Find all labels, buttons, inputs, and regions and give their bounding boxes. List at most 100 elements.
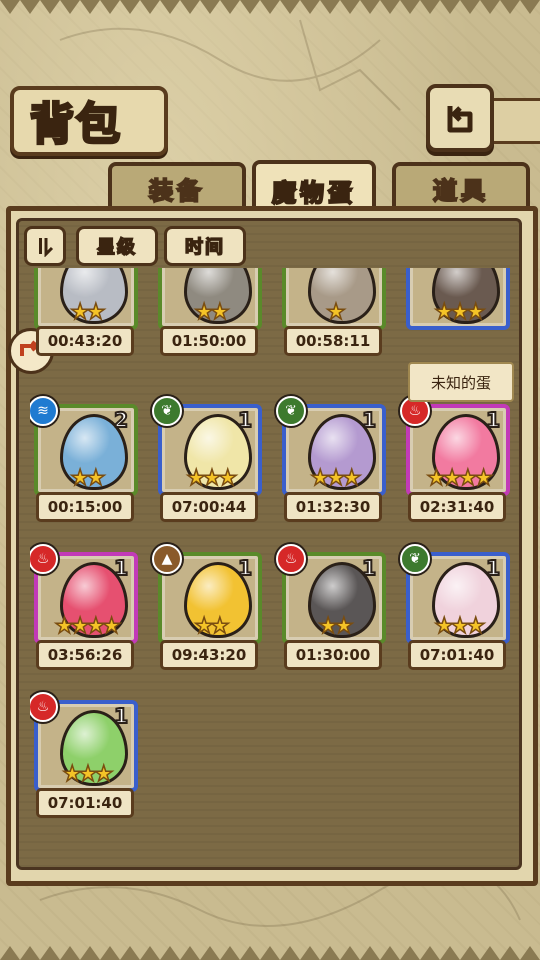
egg-card[interactable]: 1 ★★★ ❦ 07:00:44 [152,396,262,536]
egg-stars: ★★★ [410,613,506,640]
egg-count: 1 [485,407,501,433]
star-icon: ★ [325,299,346,326]
fire-element-icon: ♨ [276,544,306,574]
tab-equipment-label: 装备 [148,176,205,206]
egg-frame: 1★ [282,268,386,330]
star-icon: ★ [465,613,486,640]
egg-stars: ★★ [38,465,134,492]
hatch-timer: 03:56:26 [36,640,134,670]
star-icon: ★ [449,299,470,326]
sort-toggle-icon [39,238,54,257]
star-icon: ★ [217,465,238,492]
star-icon: ★ [333,613,354,640]
back-arrow-icon [447,106,473,133]
egg-card[interactable]: 2 ★★ ≋ 00:15:00 [30,396,138,536]
egg-count: 1 [361,407,377,433]
star-icon: ★ [426,465,447,492]
egg-count: 1 [361,555,377,581]
star-icon: ★ [310,465,331,492]
star-icon: ★ [85,613,106,640]
star-icon: ★ [85,465,106,492]
hatch-timer: 09:43:20 [160,640,258,670]
egg-frame: 1★★ [34,268,138,330]
egg-count: 1 [237,555,253,581]
star-icon: ★ [434,613,455,640]
egg-stars: ★★ [286,613,382,640]
egg-stars: ★ [286,299,382,326]
star-icon: ★ [449,613,470,640]
hatch-timer: 07:00:44 [160,492,258,522]
egg-card[interactable]: 1 ★★★ ❦ 01:32:30 [276,396,386,536]
star-icon: ★ [85,299,106,326]
egg-stars: ★★★ [162,465,258,492]
hatch-timer: 00:58:11 [284,326,382,356]
star-icon: ★ [70,613,91,640]
egg-count: 1 [485,555,501,581]
tab-items[interactable]: 道具 [392,162,530,210]
egg-tooltip: 未知的蛋 [408,362,514,402]
hatch-timer: 00:15:00 [36,492,134,522]
leaf-element-icon: ❦ [276,396,306,426]
bottom-border-decoration [0,946,540,960]
star-icon: ★ [201,465,222,492]
tab-monster-eggs-label: 魔物蛋 [271,178,356,208]
top-border-decoration [0,0,540,14]
star-icon: ★ [473,465,494,492]
star-icon: ★ [70,299,91,326]
star-icon: ★ [457,465,478,492]
star-icon: ★ [434,299,455,326]
star-icon: ★ [209,613,230,640]
leaf-element-icon: ❦ [400,544,430,574]
star-icon: ★ [62,761,83,788]
egg-card[interactable]: 1 ★★ ▲ 09:43:20 [152,544,262,684]
egg-card[interactable]: 1★★★ [402,268,510,370]
egg-frame: 4★★ [158,268,262,330]
egg-frame: 1★★★ [406,268,510,330]
egg-card[interactable]: 1★★00:43:20 [30,268,138,370]
egg-card[interactable]: 4★★01:50:00 [154,268,262,370]
sort-by-time-label: 时间 [184,236,225,259]
egg-card[interactable]: 1 ★★★ ❦ 07:01:40 [400,544,510,684]
hatch-timer: 01:32:30 [284,492,382,522]
egg-stars: ★★ [162,299,258,326]
egg-card[interactable]: 1 ★★★ ♨ 07:01:40 [30,692,138,828]
hatch-timer: 01:50:00 [160,326,258,356]
earth-element-icon: ▲ [152,544,182,574]
sort-by-star-button[interactable]: 星级 [76,226,158,266]
egg-stars: ★★★ [38,761,134,788]
hatch-timer: 02:31:40 [408,492,506,522]
star-icon: ★ [325,465,346,492]
star-icon: ★ [186,465,207,492]
star-icon: ★ [194,613,215,640]
egg-stars: ★★★ [286,465,382,492]
hatch-timer: 07:01:40 [408,640,506,670]
egg-count: 1 [113,703,129,729]
sort-by-time-button[interactable]: 时间 [164,226,246,266]
tab-equipment[interactable]: 装备 [108,162,246,210]
star-icon: ★ [465,299,486,326]
egg-card[interactable]: 1★00:58:11 [278,268,386,370]
egg-stars: ★★★★ [38,613,134,640]
egg-stars: ★★ [162,613,258,640]
sort-toggle-button[interactable] [24,226,66,266]
egg-stars: ★★★ [410,299,506,326]
egg-card[interactable]: 1 ★★★★ ♨ 03:56:26 [30,544,138,684]
star-icon: ★ [209,299,230,326]
egg-card[interactable]: 1 ★★ ♨ 01:30:00 [276,544,386,684]
star-icon: ★ [101,613,122,640]
star-icon: ★ [70,465,91,492]
sort-by-star-label: 星级 [96,236,137,259]
egg-grid: 1★★00:43:204★★01:50:001★00:58:111★★★2★★≋… [30,268,520,828]
star-icon: ★ [442,465,463,492]
egg-count: 2 [113,407,129,433]
star-icon: ★ [54,613,75,640]
hatch-timer: 00:43:20 [36,326,134,356]
tab-items-label: 道具 [432,176,489,206]
back-button[interactable] [426,84,494,152]
hatch-timer: 01:30:00 [284,640,382,670]
egg-card[interactable]: 1 ★★★★ ♨ 02:31:40 [400,396,510,536]
egg-stars: ★★★★ [410,465,506,492]
star-icon: ★ [341,465,362,492]
star-icon: ★ [194,299,215,326]
egg-count: 1 [113,555,129,581]
